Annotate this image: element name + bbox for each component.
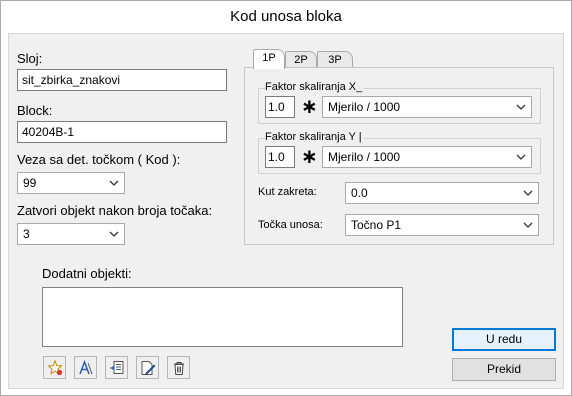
chevron-down-icon xyxy=(522,183,534,203)
multiply-icon: ∗ xyxy=(301,146,318,168)
sloj-input[interactable]: sit_zbirka_znakovi xyxy=(17,69,227,91)
kut-combo[interactable]: 0.0 xyxy=(345,182,539,204)
zatvori-combo-value: 3 xyxy=(23,227,30,241)
scale-y-label: Faktor skaliranja Y | xyxy=(265,131,364,143)
edit-document-button[interactable] xyxy=(136,356,159,379)
zatvori-combo[interactable]: 3 xyxy=(17,223,125,245)
tocka-combo-value: Točno P1 xyxy=(351,218,402,232)
multiply-icon: ∗ xyxy=(301,96,318,118)
tocka-combo[interactable]: Točno P1 xyxy=(345,214,539,236)
window-title: Kod unosa bloka xyxy=(1,1,571,33)
chevron-down-icon xyxy=(108,173,120,193)
insert-list-button[interactable] xyxy=(105,356,128,379)
scale-x-unit-value: Mjerilo / 1000 xyxy=(328,100,401,114)
kut-combo-value: 0.0 xyxy=(351,186,368,200)
dialog-client-area: Sloj: sit_zbirka_znakovi Block: 40204B-1… xyxy=(8,33,564,389)
zatvori-label: Zatvori objekt nakon broja točaka: xyxy=(17,203,213,218)
delete-button[interactable] xyxy=(167,356,190,379)
block-label: Block: xyxy=(17,103,53,118)
chevron-down-icon xyxy=(522,215,534,235)
dodatni-label: Dodatni objekti: xyxy=(42,266,132,281)
tocka-label: Točka unosa: xyxy=(258,219,325,231)
kut-label: Kut zakreta: xyxy=(258,186,319,198)
scale-y-unit-value: Mjerilo / 1000 xyxy=(328,150,401,164)
scale-x-label: Faktor skaliranja X_ xyxy=(265,81,365,93)
scale-y-unit-combo[interactable]: Mjerilo / 1000 xyxy=(322,146,532,168)
new-object-button[interactable] xyxy=(43,356,66,379)
sloj-label: Sloj: xyxy=(17,51,43,66)
block-input[interactable]: 40204B-1 xyxy=(17,121,227,143)
veza-combo-value: 99 xyxy=(23,176,37,190)
dialog-window: Kod unosa bloka Sloj: sit_zbirka_znakovi… xyxy=(0,0,572,396)
chevron-down-icon xyxy=(515,147,527,167)
dodatni-listbox[interactable] xyxy=(42,287,403,347)
cancel-button[interactable]: Prekid xyxy=(452,358,556,381)
scale-x-input[interactable]: 1.0 xyxy=(265,96,295,118)
veza-combo[interactable]: 99 xyxy=(17,172,125,194)
scale-x-unit-combo[interactable]: Mjerilo / 1000 xyxy=(322,96,532,118)
veza-label: Veza sa det. točkom ( Kod ): xyxy=(17,152,181,167)
chevron-down-icon xyxy=(108,224,120,244)
tab-1p[interactable]: 1P xyxy=(253,49,285,69)
ok-button[interactable]: U redu xyxy=(452,328,556,351)
chevron-down-icon xyxy=(515,97,527,117)
text-object-button[interactable] xyxy=(74,356,97,379)
tab-panel-1p: Faktor skaliranja X_ 1.0 ∗ Mjerilo / 100… xyxy=(244,67,554,245)
scale-y-input[interactable]: 1.0 xyxy=(265,146,295,168)
